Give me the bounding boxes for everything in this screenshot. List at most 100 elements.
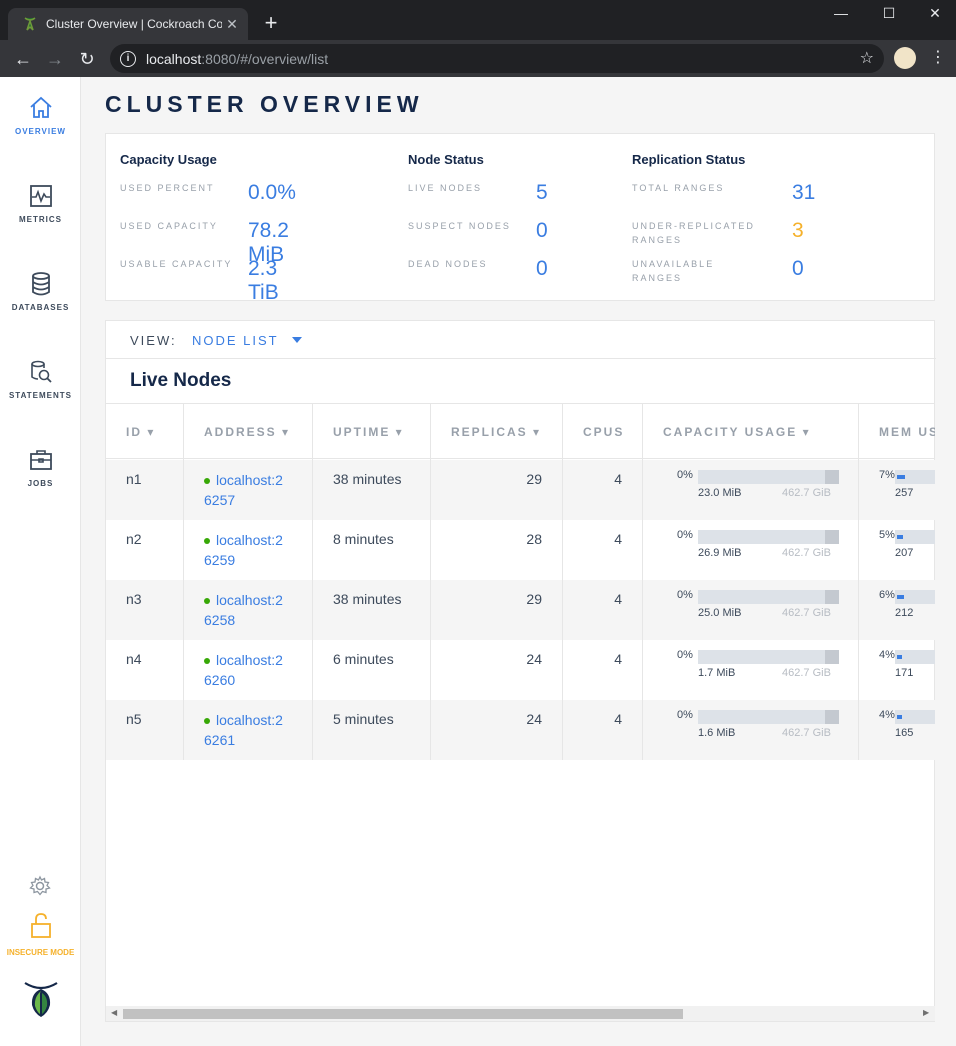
jobs-icon [29,450,52,470]
column-header-mem-usage[interactable]: MEM USAGE ▾ [859,404,935,460]
scroll-left-icon[interactable]: ◀ [111,1008,117,1017]
sidebar: OVERVIEW METRICS DATABASES STATEMENTS JO… [0,77,81,1046]
gear-icon[interactable] [29,875,51,897]
node-status-section: Node Status LIVE NODES 5 SUSPECT NODES 0… [408,152,548,295]
column-header-replicas[interactable]: REPLICAS ▾ [431,404,563,460]
node-id: n3 [106,580,184,640]
mem-used: 165 [895,727,914,739]
capacity-percent: 0% [677,649,693,661]
node-capacity-usage: 0% 25.0 MiB 462.7 GiB [643,580,859,640]
mem-used: 171 [895,667,914,679]
node-uptime: 8 minutes [313,520,431,580]
node-replicas: 24 [431,700,563,760]
browser-tab[interactable]: Cluster Overview | Cockroach Console ✕ [8,8,248,40]
sidebar-item-jobs[interactable]: JOBS [0,447,81,527]
node-address-link[interactable]: localhost:2 6261 [184,700,313,760]
profile-avatar[interactable] [894,47,916,69]
node-mem-usage: 7% 257 [859,460,935,520]
address-line-1[interactable]: localhost:2 [216,712,283,728]
mem-percent: 7% [879,469,895,481]
usable-capacity-label: USABLE CAPACITY [120,259,233,269]
reload-icon[interactable]: ↻ [74,46,100,72]
address-line-2[interactable]: 6259 [204,552,235,568]
used-capacity-label: USED CAPACITY [120,221,218,231]
tab-close-icon[interactable]: ✕ [222,16,242,33]
total-ranges-value: 31 [792,181,816,204]
address-line-1[interactable]: localhost:2 [216,532,283,548]
view-selector-bar: VIEW: NODE LIST [106,321,936,359]
sidebar-item-statements[interactable]: STATEMENTS [0,359,81,439]
close-window-button[interactable]: ✕ [912,0,956,28]
minimize-button[interactable]: — [818,0,864,28]
mem-bar [895,650,935,664]
mem-bar [895,710,935,724]
node-address-link[interactable]: localhost:2 6258 [184,580,313,640]
address-line-1[interactable]: localhost:2 [216,592,283,608]
column-header-address[interactable]: ADDRESS ▾ [184,404,313,460]
status-dot-icon [204,538,210,545]
address-line-1[interactable]: localhost:2 [216,472,283,488]
capacity-used: 1.7 MiB [698,667,736,679]
node-uptime: 38 minutes [313,460,431,520]
page-title: CLUSTER OVERVIEW [105,91,424,117]
address-line-2[interactable]: 6261 [204,732,235,748]
scrollbar-thumb[interactable] [123,1009,683,1019]
bookmark-star-icon[interactable]: ☆ [860,48,874,68]
sidebar-item-databases[interactable]: DATABASES [0,271,81,351]
node-cpus: 4 [563,520,643,580]
browser-menu-icon[interactable]: ⋮ [930,46,946,70]
node-address-link[interactable]: localhost:2 6257 [184,460,313,520]
url-path: :8080/#/overview/list [201,50,329,67]
table-row: n2 localhost:2 6259 8 minutes 28 4 0% 26.9 MiB 4… [106,520,935,580]
sidebar-item-label: OVERVIEW [15,127,66,136]
node-address-link[interactable]: localhost:2 6259 [184,520,313,580]
dead-nodes-label: DEAD NODES [408,259,488,269]
new-tab-button[interactable]: + [258,10,284,36]
scroll-right-icon[interactable]: ▶ [923,1008,929,1017]
suspect-nodes-label: SUSPECT NODES [408,221,511,231]
mem-percent: 4% [879,709,895,721]
sidebar-item-overview[interactable]: OVERVIEW [0,95,81,175]
address-line-1[interactable]: localhost:2 [216,652,283,668]
node-replicas: 28 [431,520,563,580]
view-dropdown[interactable]: NODE LIST [192,333,279,348]
capacity-bar [698,710,839,724]
column-header-id[interactable]: ID ▾ [106,404,184,460]
capacity-total: 462.7 GiB [782,727,831,739]
site-info-icon[interactable]: i [120,50,136,67]
node-capacity-usage: 0% 1.6 MiB 462.7 GiB [643,700,859,760]
node-replicas: 24 [431,640,563,700]
column-header-capacity-usage[interactable]: CAPACITY USAGE ▾ [643,404,859,460]
column-header-uptime[interactable]: UPTIME ▾ [313,404,431,460]
insecure-mode-indicator[interactable]: INSECURE MODE [0,913,81,957]
sidebar-item-label: STATEMENTS [8,391,73,400]
url-host: localhost [146,50,202,67]
under-replicated-value: 3 [792,219,804,242]
address-line-2[interactable]: 6257 [204,492,235,508]
unlocked-lock-icon [30,913,51,938]
node-cpus: 4 [563,640,643,700]
status-dot-icon [204,718,210,725]
address-bar[interactable]: i localhost:8080/#/overview/list ☆ [110,44,884,73]
capacity-total: 462.7 GiB [782,607,831,619]
table-row: n4 localhost:2 6260 6 minutes 24 4 0% 1.7 MiB 46… [106,640,935,700]
tab-title: Cluster Overview | Cockroach Console [46,17,222,31]
node-id: n4 [106,640,184,700]
caret-down-icon[interactable] [292,337,302,343]
maximize-button[interactable]: ☐ [866,0,912,28]
horizontal-scrollbar[interactable]: ◀ ▶ [106,1006,935,1021]
address-line-2[interactable]: 6260 [204,672,235,688]
sidebar-item-metrics[interactable]: METRICS [0,183,81,263]
node-mem-usage: 5% 207 [859,520,935,580]
live-nodes-title: Live Nodes [130,370,232,391]
column-header-cpus[interactable]: CPUS [563,404,643,460]
capacity-usage-title: Capacity Usage [120,152,217,167]
node-id: n1 [106,460,184,520]
cockroach-logo-icon [24,982,58,1017]
back-icon[interactable]: ← [10,46,36,72]
address-line-2[interactable]: 6258 [204,612,235,628]
status-dot-icon [204,478,210,485]
forward-icon[interactable]: → [42,46,68,72]
node-address-link[interactable]: localhost:2 6260 [184,640,313,700]
unavailable-ranges-label: UNAVAILABLE RANGES [632,259,715,283]
